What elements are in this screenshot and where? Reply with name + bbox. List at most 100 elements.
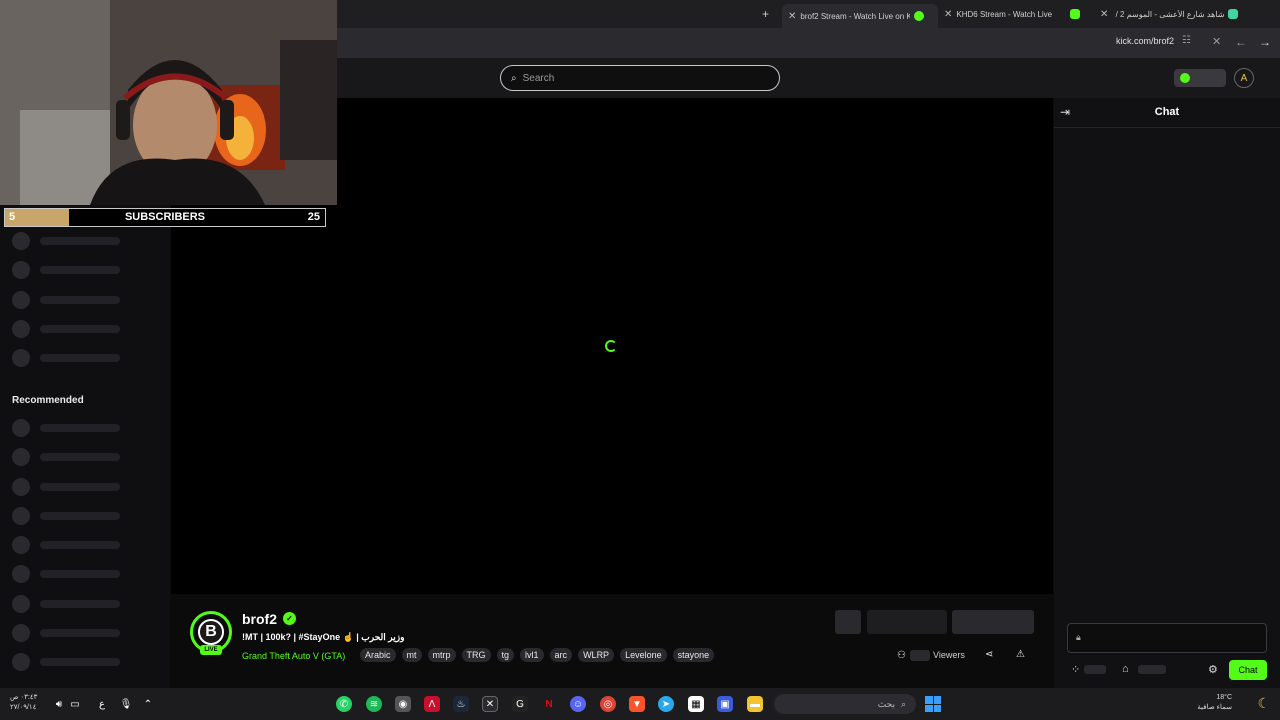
webcam-image bbox=[0, 0, 337, 205]
spotify-icon[interactable]: ≋ bbox=[366, 696, 382, 712]
action-button-placeholder[interactable] bbox=[835, 610, 861, 634]
chrome-icon[interactable]: ◎ bbox=[600, 696, 616, 712]
header-action-button[interactable] bbox=[1174, 69, 1226, 87]
tag-list: Arabic mt mtrp TRG tg lvl1 arc WLRP Leve… bbox=[360, 648, 715, 662]
verified-icon: ✓ bbox=[283, 612, 296, 625]
subscribe-button-placeholder[interactable] bbox=[952, 610, 1034, 634]
stream-category[interactable]: Grand Theft Auto V (GTA) bbox=[242, 651, 345, 661]
sidebar-channel-skeleton bbox=[12, 565, 120, 583]
user-avatar[interactable]: A bbox=[1234, 68, 1254, 88]
moon-icon: ☾ bbox=[1257, 695, 1270, 711]
close-icon[interactable]: ✕ bbox=[788, 11, 796, 22]
kick-logo-icon bbox=[1180, 73, 1190, 83]
tag[interactable]: tg bbox=[496, 648, 515, 662]
viewers-icon: ⚇ bbox=[897, 650, 906, 661]
clock-date: ٢٧/٠٩/١٤ bbox=[10, 704, 37, 711]
tag[interactable]: stayone bbox=[672, 648, 715, 662]
sidebar-channel-skeleton bbox=[12, 448, 120, 466]
windows-start-icon[interactable] bbox=[925, 696, 941, 712]
sidebar-channel-skeleton bbox=[12, 320, 120, 338]
sidebar-channel-skeleton bbox=[12, 536, 120, 554]
tag[interactable]: lvl1 bbox=[520, 648, 544, 662]
office-app-icon[interactable]: ▣ bbox=[717, 696, 733, 712]
tag[interactable]: mtrp bbox=[427, 648, 456, 662]
xbox-icon[interactable]: ✕ bbox=[482, 696, 498, 712]
tab-title: شاهد شارع الأعشى - الموسم 2 / bbox=[1115, 9, 1225, 19]
close-icon[interactable]: ✕ bbox=[944, 9, 952, 20]
kick-favicon-icon bbox=[1070, 9, 1081, 19]
recommended-heading: Recommended bbox=[12, 395, 84, 406]
report-icon[interactable]: ⚠ bbox=[1016, 649, 1025, 660]
channel-avatar-letter: B bbox=[198, 619, 224, 645]
tag[interactable]: arc bbox=[549, 648, 573, 662]
tag[interactable]: WLRP bbox=[578, 648, 615, 662]
steam-icon[interactable]: ♨ bbox=[453, 696, 469, 712]
sidebar-channel-skeleton bbox=[12, 419, 120, 437]
weather-widget[interactable]: 18°C سماء صافية bbox=[1197, 693, 1232, 713]
tab-brof2[interactable]: ✕ brof2 Stream - Watch Live on K bbox=[782, 4, 938, 28]
microsoft-store-icon[interactable]: ▦ bbox=[688, 696, 704, 712]
new-tab-button[interactable]: + bbox=[762, 4, 769, 24]
clock-time: ٠٣:٤٣ ص bbox=[10, 694, 38, 701]
webcam-overlay bbox=[0, 0, 337, 205]
tag[interactable]: mt bbox=[401, 648, 422, 662]
chevron-up-icon[interactable]: ⌃ bbox=[140, 696, 156, 712]
plus-icon: + bbox=[762, 7, 770, 21]
microphone-icon[interactable]: 🎙︎ bbox=[118, 696, 134, 712]
obs-icon[interactable]: ◉ bbox=[395, 696, 411, 712]
tab-title: KHD6 Stream - Watch Live bbox=[956, 9, 1053, 19]
close-icon[interactable]: ✕ bbox=[1100, 9, 1108, 20]
search-input[interactable]: ⌕ Search bbox=[500, 65, 780, 91]
channel-name[interactable]: brof2 bbox=[242, 611, 277, 627]
subscriber-goal-label: SUBSCRIBERS bbox=[124, 211, 206, 223]
network-icon[interactable]: ▭ bbox=[68, 696, 82, 712]
taskbar-search[interactable]: بحث ⌕ bbox=[774, 694, 916, 714]
search-icon: ⌕ bbox=[511, 72, 517, 84]
taskbar-clock[interactable]: ٠٣:٤٣ ص ٢٧/٠٩/١٤ bbox=[10, 693, 37, 713]
whatsapp-icon[interactable]: ✆ bbox=[336, 696, 352, 712]
sidebar-channel-skeleton bbox=[12, 349, 120, 367]
sidebar-channel-skeleton bbox=[12, 478, 120, 496]
url-text[interactable]: kick.com/brof2 bbox=[1116, 36, 1174, 46]
tag[interactable]: Arabic bbox=[360, 648, 396, 662]
settings-icon[interactable]: ⚙ bbox=[1208, 663, 1218, 676]
tab-shahid[interactable]: ✕ شاهد شارع الأعشى - الموسم 2 / bbox=[1100, 4, 1252, 24]
discord-icon[interactable]: ☺ bbox=[570, 696, 586, 712]
site-settings-icon[interactable]: ☷ bbox=[1182, 35, 1191, 46]
forward-icon[interactable]: → bbox=[1259, 35, 1271, 49]
back-icon[interactable]: ← bbox=[1235, 35, 1247, 49]
emote-icon[interactable]: ⁘ bbox=[1071, 663, 1080, 676]
tag[interactable]: TRG bbox=[461, 648, 491, 662]
points-placeholder bbox=[1084, 665, 1106, 674]
taskbar-search-placeholder: بحث bbox=[877, 698, 895, 709]
store-icon[interactable]: ⌂ bbox=[1122, 663, 1129, 675]
share-icon[interactable]: ⋖ bbox=[985, 649, 993, 660]
language-indicator[interactable]: ع bbox=[94, 696, 110, 712]
follow-button-placeholder[interactable] bbox=[867, 610, 947, 634]
volume-icon[interactable]: 🔊︎ bbox=[52, 696, 66, 712]
chat-panel: ⇥ Chat 🔒︎ ⁘ ⌂ ⚙ Chat bbox=[1054, 98, 1280, 688]
chat-header: ⇥ Chat bbox=[1054, 98, 1280, 128]
sidebar-channel-skeleton bbox=[12, 595, 120, 613]
live-badge: LIVE bbox=[200, 645, 222, 655]
brave-icon[interactable]: ▼ bbox=[629, 696, 645, 712]
search-placeholder: Search bbox=[522, 72, 555, 84]
send-chat-button[interactable]: Chat bbox=[1229, 660, 1267, 680]
viewer-count-placeholder bbox=[910, 650, 930, 661]
chat-message-input[interactable]: 🔒︎ bbox=[1067, 623, 1267, 653]
sidebar-channel-skeleton bbox=[12, 507, 120, 525]
tab-khd6[interactable]: ✕ KHD6 Stream - Watch Live bbox=[944, 4, 1092, 24]
weather-condition: سماء صافية bbox=[1197, 704, 1232, 711]
loading-spinner-icon bbox=[605, 340, 617, 352]
sidebar-channel-skeleton bbox=[12, 653, 120, 671]
app-a-icon[interactable]: Λ bbox=[424, 696, 440, 712]
netflix-icon[interactable]: N bbox=[541, 696, 557, 712]
file-explorer-icon[interactable]: ▬ bbox=[747, 696, 763, 712]
lock-icon: 🔒︎ bbox=[1076, 632, 1081, 642]
g-hub-icon[interactable]: G bbox=[512, 696, 528, 712]
subscriber-goal-target: 25 bbox=[307, 211, 320, 223]
telegram-icon[interactable]: ➤ bbox=[658, 696, 674, 712]
stop-icon[interactable]: ✕ bbox=[1212, 35, 1221, 48]
chat-title: Chat bbox=[1154, 106, 1180, 118]
tag[interactable]: Levelone bbox=[620, 648, 667, 662]
